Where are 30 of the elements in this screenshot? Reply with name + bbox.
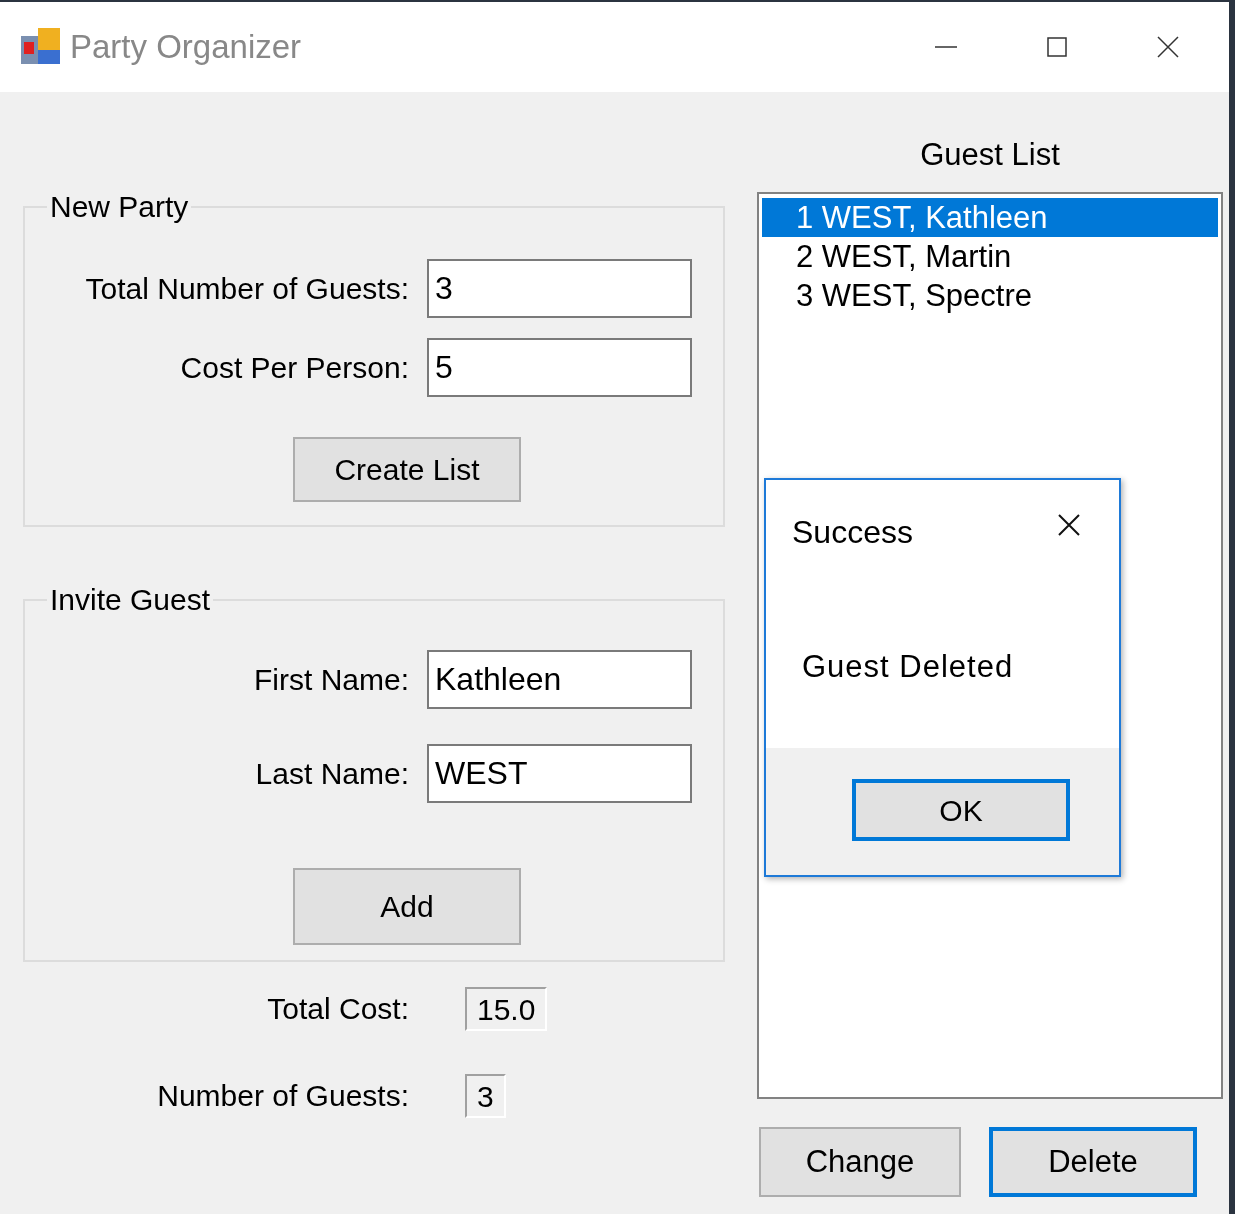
list-title: Guest List (919, 136, 1061, 174)
field-label: First Name: (253, 662, 410, 698)
list-item[interactable]: 1 WEST, Kathleen (762, 198, 1218, 237)
value-display: 15.0 (465, 986, 548, 1031)
close-icon[interactable] (1058, 514, 1080, 536)
text-field[interactable]: 3 (427, 259, 692, 318)
field-label: Total Number of Guests: (84, 271, 410, 307)
create-list-button[interactable]: Create List (293, 437, 521, 502)
maximize-icon[interactable] (1047, 37, 1067, 57)
add-button[interactable]: Add (293, 868, 521, 945)
value-display: 3 (465, 1073, 506, 1118)
group-title: Invite Guest (49, 582, 212, 618)
close-icon[interactable] (1157, 36, 1179, 58)
text-field[interactable]: WEST (427, 744, 692, 803)
window-title: Party Organizer (70, 27, 302, 68)
dialog-message: Guest Deleted (802, 648, 1014, 686)
action-button[interactable]: Change (759, 1127, 961, 1197)
field-label: Total Cost: (266, 991, 410, 1027)
list-item[interactable]: 3 WEST, Spectre (762, 276, 1218, 315)
text-field[interactable]: Kathleen (427, 650, 692, 709)
field-label: Number of Guests: (156, 1078, 410, 1114)
list-item[interactable]: 2 WEST, Martin (762, 237, 1218, 276)
field-label: Last Name: (254, 756, 410, 792)
field-label: Cost Per Person: (179, 350, 410, 386)
ok-button[interactable]: OK (852, 779, 1070, 841)
dialog-title: Success (792, 513, 913, 552)
minimize-icon[interactable] (935, 45, 957, 49)
action-button[interactable]: Delete (989, 1127, 1197, 1197)
group-title: New Party (49, 189, 190, 225)
text-field[interactable]: 5 (427, 338, 692, 397)
